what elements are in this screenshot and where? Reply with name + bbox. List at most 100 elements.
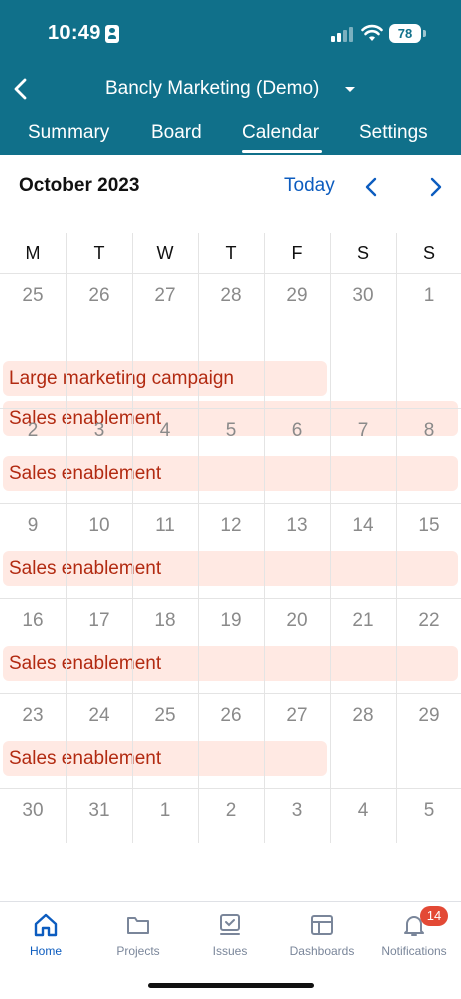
day-number[interactable]: 28 bbox=[330, 705, 396, 727]
month-label: October 2023 bbox=[19, 175, 140, 196]
day-number[interactable]: 25 bbox=[0, 285, 66, 307]
day-number[interactable]: 21 bbox=[330, 610, 396, 632]
calendar-event[interactable]: Large marketing campaign bbox=[3, 361, 327, 396]
day-number[interactable]: 5 bbox=[396, 800, 461, 822]
calendar-week: 25 26 27 28 29 30 1 Large marketing campaign Sal… bbox=[0, 273, 461, 436]
weekday-label: M bbox=[25, 243, 41, 263]
day-number[interactable]: 4 bbox=[330, 800, 396, 822]
day-number[interactable]: 12 bbox=[198, 515, 264, 537]
day-number[interactable]: 4 bbox=[132, 420, 198, 442]
day-number[interactable]: 19 bbox=[198, 610, 264, 632]
day-number[interactable]: 6 bbox=[264, 420, 330, 442]
day-number[interactable]: 15 bbox=[396, 515, 461, 537]
home-icon bbox=[34, 913, 58, 937]
battery-tip bbox=[423, 30, 426, 37]
day-number[interactable]: 10 bbox=[66, 515, 132, 537]
calendar-event[interactable]: Sales enablement bbox=[3, 456, 458, 491]
nav-dashboards[interactable]: Dashboards bbox=[276, 902, 368, 966]
nav-issues-label: Issues bbox=[212, 944, 248, 958]
calendar-event[interactable]: Sales enablement bbox=[3, 551, 458, 586]
day-number[interactable]: 29 bbox=[396, 705, 461, 727]
day-number[interactable]: 14 bbox=[330, 515, 396, 537]
nav-issues[interactable]: Issues bbox=[184, 902, 276, 966]
grid-divider bbox=[264, 233, 265, 843]
tab-summary[interactable]: Summary bbox=[28, 122, 109, 144]
day-number[interactable]: 24 bbox=[66, 705, 132, 727]
status-bar: 10:49 78 bbox=[0, 0, 461, 66]
caret-down-icon[interactable] bbox=[344, 86, 356, 94]
home-indicator bbox=[148, 983, 314, 988]
day-number[interactable]: 18 bbox=[132, 610, 198, 632]
calendar-week: 30 31 1 2 3 4 5 bbox=[0, 788, 461, 883]
day-number[interactable]: 2 bbox=[0, 420, 66, 442]
day-number[interactable]: 26 bbox=[198, 705, 264, 727]
day-number[interactable]: 20 bbox=[264, 610, 330, 632]
calendar-week: 23 24 25 26 27 28 29 Sales enablement bbox=[0, 693, 461, 788]
day-number[interactable]: 13 bbox=[264, 515, 330, 537]
nav-notifications[interactable]: 14 Notifications bbox=[368, 902, 460, 966]
calendar-week: 9 10 11 12 13 14 15 Sales enablement bbox=[0, 503, 461, 598]
tab-board[interactable]: Board bbox=[151, 122, 202, 144]
day-number[interactable]: 1 bbox=[132, 800, 198, 822]
calendar-week: 16 17 18 19 20 21 22 Sales enablement bbox=[0, 598, 461, 693]
weekday-label: F bbox=[291, 243, 303, 263]
next-month-icon[interactable] bbox=[425, 176, 445, 198]
notifications-badge: 14 bbox=[420, 906, 448, 926]
day-number[interactable]: 31 bbox=[66, 800, 132, 822]
day-number[interactable]: 3 bbox=[264, 800, 330, 822]
issues-icon bbox=[220, 914, 240, 935]
day-number[interactable]: 7 bbox=[330, 420, 396, 442]
project-tabs: Summary Board Calendar Settings bbox=[0, 122, 461, 155]
active-tab-indicator bbox=[242, 150, 322, 153]
calendar-week: 2 3 4 5 6 7 8 Sales enablement bbox=[0, 408, 461, 503]
day-number[interactable]: 25 bbox=[132, 705, 198, 727]
weekday-label: S bbox=[356, 243, 369, 263]
calendar-event[interactable]: Sales enablement bbox=[3, 741, 327, 776]
day-number[interactable]: 17 bbox=[66, 610, 132, 632]
project-title[interactable]: Bancly Marketing (Demo) bbox=[105, 78, 319, 100]
nav-home[interactable]: Home bbox=[0, 902, 92, 966]
weekday-header: MTWTFSS bbox=[0, 233, 461, 273]
day-number[interactable]: 8 bbox=[396, 420, 461, 442]
day-number[interactable]: 9 bbox=[0, 515, 66, 537]
day-number[interactable]: 16 bbox=[0, 610, 66, 632]
tab-settings[interactable]: Settings bbox=[359, 122, 428, 144]
back-chevron-icon[interactable] bbox=[10, 76, 34, 102]
day-number[interactable]: 11 bbox=[132, 515, 198, 537]
day-number[interactable]: 30 bbox=[330, 285, 396, 307]
cellular-signal-icon bbox=[331, 26, 353, 42]
weekday-label: S bbox=[422, 243, 435, 263]
nav-notifications-label: Notifications bbox=[381, 944, 447, 958]
grid-divider bbox=[66, 233, 67, 843]
battery-indicator: 78 bbox=[389, 24, 421, 43]
folder-icon bbox=[127, 917, 149, 934]
tab-calendar[interactable]: Calendar bbox=[242, 122, 319, 144]
weekday-label: T bbox=[93, 243, 105, 263]
day-number[interactable]: 27 bbox=[132, 285, 198, 307]
day-number[interactable]: 28 bbox=[198, 285, 264, 307]
day-number[interactable]: 30 bbox=[0, 800, 66, 822]
calendar-event[interactable]: Sales enablement bbox=[3, 646, 458, 681]
dashboard-icon bbox=[311, 915, 333, 935]
grid-divider bbox=[396, 233, 397, 843]
day-number[interactable]: 5 bbox=[198, 420, 264, 442]
nav-projects[interactable]: Projects bbox=[92, 902, 184, 966]
wifi-icon bbox=[361, 24, 383, 41]
day-number[interactable]: 22 bbox=[396, 610, 461, 632]
nav-dashboards-label: Dashboards bbox=[289, 944, 355, 958]
contact-card-icon bbox=[105, 25, 119, 43]
day-number[interactable]: 29 bbox=[264, 285, 330, 307]
day-number[interactable]: 23 bbox=[0, 705, 66, 727]
previous-month-icon[interactable] bbox=[362, 176, 382, 198]
grid-divider bbox=[330, 233, 331, 843]
day-number[interactable]: 3 bbox=[66, 420, 132, 442]
grid-divider bbox=[132, 233, 133, 843]
today-button[interactable]: Today bbox=[284, 175, 335, 197]
day-number[interactable]: 27 bbox=[264, 705, 330, 727]
day-number[interactable]: 26 bbox=[66, 285, 132, 307]
day-number[interactable]: 1 bbox=[396, 285, 461, 307]
grid-divider bbox=[198, 233, 199, 843]
weekday-label: W bbox=[156, 243, 174, 263]
day-number[interactable]: 2 bbox=[198, 800, 264, 822]
nav-home-label: Home bbox=[29, 944, 62, 958]
